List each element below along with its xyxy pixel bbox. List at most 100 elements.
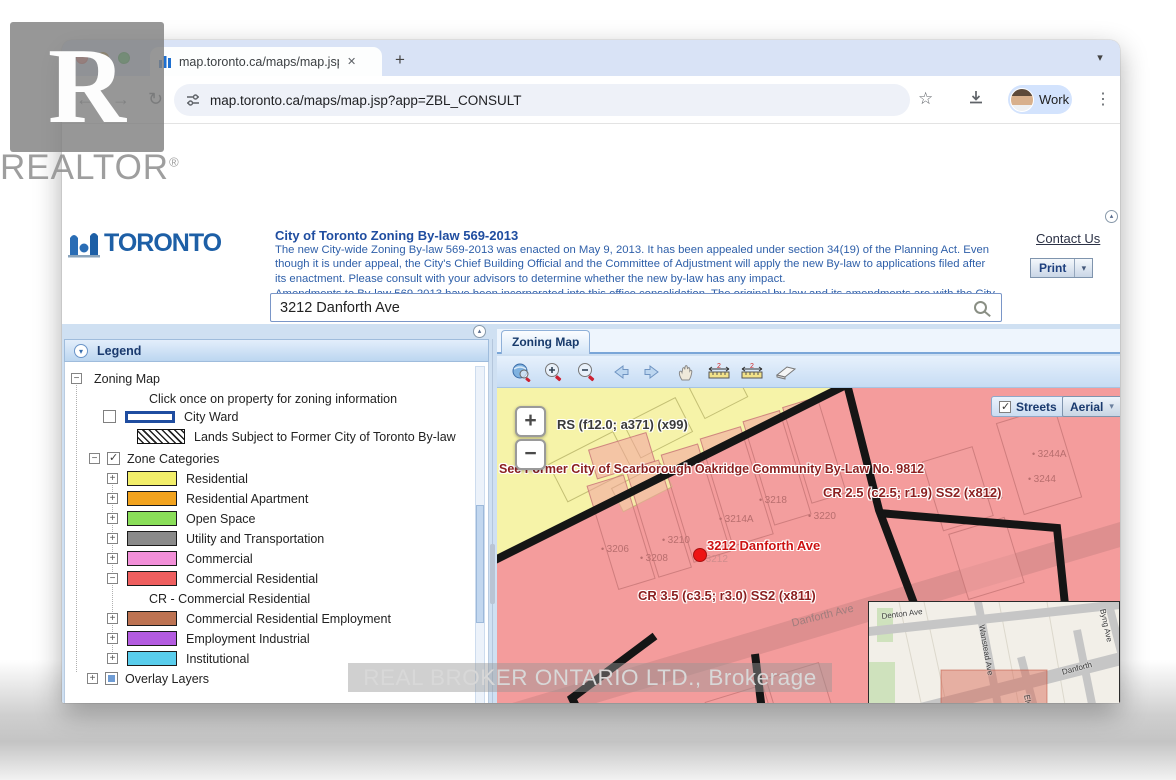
tree-item-category[interactable]: + Utility and Transportation bbox=[107, 530, 324, 547]
expand-plus-icon[interactable]: + bbox=[107, 653, 118, 664]
overlay-layers-checkbox[interactable] bbox=[105, 672, 118, 685]
legend-collapse-icon[interactable]: ▾ bbox=[74, 344, 88, 358]
category-swatch bbox=[127, 511, 177, 526]
collapse-expander-icon[interactable]: − bbox=[71, 373, 82, 384]
city-ward-checkbox[interactable] bbox=[103, 410, 116, 423]
lands-hatched-swatch bbox=[137, 429, 185, 444]
expand-plus-icon[interactable]: + bbox=[107, 513, 118, 524]
zoom-out-icon[interactable] bbox=[575, 361, 599, 383]
expand-plus-icon[interactable]: + bbox=[107, 553, 118, 564]
profile-chip[interactable]: Work bbox=[1008, 85, 1072, 114]
tree-item-category[interactable]: − Commercial Residential bbox=[107, 570, 318, 587]
legend-scrollbar[interactable] bbox=[475, 366, 485, 703]
tree-item-category[interactable]: + Employment Industrial bbox=[107, 630, 310, 647]
svg-text:2: 2 bbox=[750, 363, 754, 370]
zone-categories-checkbox[interactable] bbox=[107, 452, 120, 465]
expand-plus-icon[interactable]: + bbox=[107, 613, 118, 624]
category-swatch bbox=[127, 551, 177, 566]
previous-extent-icon[interactable] bbox=[608, 361, 632, 383]
zoom-in-icon[interactable] bbox=[542, 361, 566, 383]
realtor-brand: REALTOR bbox=[0, 148, 169, 187]
collapse-expander-icon[interactable]: − bbox=[107, 573, 118, 584]
toronto-cityhall-icon bbox=[68, 228, 100, 258]
category-swatch bbox=[127, 611, 177, 626]
tree-item-hint: Click once on property for zoning inform… bbox=[149, 390, 397, 407]
print-button-label[interactable]: Print bbox=[1031, 259, 1074, 277]
tab-title: map.toronto.ca/maps/map.jsp bbox=[179, 55, 339, 69]
tab-strip: map.toronto.ca/maps/map.jsp ✕ + ▾ bbox=[62, 40, 1120, 76]
tree-item-category[interactable]: + Commercial Residential Employment bbox=[107, 610, 391, 627]
category-label: Institutional bbox=[186, 652, 249, 666]
tab-close-icon[interactable]: ✕ bbox=[347, 55, 356, 68]
collapse-header-icon[interactable]: ▴ bbox=[1105, 210, 1118, 223]
eraser-icon[interactable] bbox=[773, 361, 797, 383]
download-icon[interactable] bbox=[967, 89, 985, 107]
search-icon[interactable] bbox=[974, 301, 987, 314]
parcel-number: 3214A bbox=[719, 514, 754, 525]
search-result-marker[interactable] bbox=[693, 548, 707, 562]
measure-distance-icon[interactable]: 2 bbox=[707, 361, 731, 383]
pan-hand-icon[interactable] bbox=[674, 361, 698, 383]
zone-label-rs: RS (f12.0; a371) (x99) bbox=[557, 417, 688, 432]
panel-resize-handle[interactable] bbox=[490, 544, 495, 604]
collapse-expander-icon[interactable]: − bbox=[89, 453, 100, 464]
url-bar[interactable]: map.toronto.ca/maps/map.jsp?app=ZBL_CONS… bbox=[174, 84, 910, 116]
tree-item-category[interactable]: + Institutional bbox=[107, 650, 249, 667]
toronto-logo: TORONTO bbox=[68, 228, 221, 258]
measure-area-icon[interactable]: 2 bbox=[740, 361, 764, 383]
tree-item-overlay-layers[interactable]: + Overlay Layers bbox=[87, 670, 209, 687]
category-swatch bbox=[127, 491, 177, 506]
legend-tree: − Zoning Map Click once on property for … bbox=[64, 362, 489, 703]
expand-plus-icon[interactable]: + bbox=[87, 673, 98, 684]
browser-menu-icon[interactable]: ⋮ bbox=[1095, 89, 1111, 109]
site-settings-icon[interactable] bbox=[186, 93, 200, 107]
tree-item-category[interactable]: + Residential bbox=[107, 470, 248, 487]
expand-plus-icon[interactable]: + bbox=[107, 633, 118, 644]
profile-label: Work bbox=[1039, 92, 1069, 107]
expand-plus-icon[interactable]: + bbox=[107, 473, 118, 484]
category-label: Commercial bbox=[186, 552, 253, 566]
expand-plus-icon[interactable]: + bbox=[107, 493, 118, 504]
print-button[interactable]: Print ▾ bbox=[1030, 258, 1093, 278]
map-viewport[interactable]: RS (f12.0; a371) (x99) See Former City o… bbox=[497, 388, 1120, 703]
tree-item-category[interactable]: + Residential Apartment bbox=[107, 490, 308, 507]
legend-scrollbar-thumb[interactable] bbox=[476, 505, 484, 623]
url-text: map.toronto.ca/maps/map.jsp?app=ZBL_CONS… bbox=[210, 93, 522, 108]
map-zoom-in-button[interactable]: + bbox=[515, 406, 546, 437]
tree-item-city-ward[interactable]: City Ward bbox=[103, 408, 238, 425]
registered-symbol: ® bbox=[169, 154, 180, 169]
streets-checkbox[interactable] bbox=[999, 401, 1011, 413]
streets-toggle[interactable]: Streets bbox=[991, 396, 1065, 417]
map-zoom-out-button[interactable]: − bbox=[515, 439, 546, 470]
next-extent-icon[interactable] bbox=[641, 361, 665, 383]
panel-divider bbox=[492, 339, 493, 703]
tab-search-chevron-icon[interactable]: ▾ bbox=[1090, 48, 1110, 68]
legend-title: Legend bbox=[97, 344, 141, 358]
parcel-number: 3218 bbox=[759, 495, 787, 506]
tree-item-zone-categories[interactable]: − Zone Categories bbox=[89, 450, 219, 467]
tree-item-cr-child[interactable]: CR - Commercial Residential bbox=[149, 590, 310, 607]
city-ward-label: City Ward bbox=[184, 410, 238, 424]
new-tab-button[interactable]: + bbox=[395, 50, 405, 70]
print-dropdown-arrow-icon[interactable]: ▾ bbox=[1074, 259, 1092, 277]
legend-header[interactable]: ▾ Legend bbox=[64, 339, 489, 362]
brokerage-watermark: REAL BROKER ONTARIO LTD., Brokerage bbox=[348, 663, 832, 692]
parcel-number: 3244 bbox=[1028, 474, 1056, 485]
search-input[interactable] bbox=[271, 300, 974, 316]
tree-item-category[interactable]: + Open Space bbox=[107, 510, 256, 527]
tab-zoning-map[interactable]: Zoning Map bbox=[501, 330, 590, 354]
contact-us-link[interactable]: Contact Us bbox=[1036, 231, 1100, 246]
page-content: TORONTO City of Toronto Zoning By-law 56… bbox=[62, 124, 1120, 703]
browser-tab[interactable]: map.toronto.ca/maps/map.jsp ✕ bbox=[150, 47, 382, 76]
collapse-panel-icon[interactable]: ▴ bbox=[473, 325, 486, 338]
aerial-dropdown[interactable]: Aerial ▾ bbox=[1062, 396, 1120, 417]
tree-item-category[interactable]: + Commercial bbox=[107, 550, 253, 567]
marker-label: 3212 Danforth Ave bbox=[707, 538, 820, 553]
tree-item-lands: Lands Subject to Former City of Toronto … bbox=[137, 428, 456, 445]
bookmark-star-icon[interactable]: ☆ bbox=[918, 89, 933, 109]
tree-item-zoning-map[interactable]: − Zoning Map bbox=[71, 370, 160, 387]
zoom-full-extent-icon[interactable] bbox=[509, 361, 533, 383]
category-swatch bbox=[127, 531, 177, 546]
overview-inset-map[interactable]: Denton Ave Wanstead Ave Byng Ave Danfort… bbox=[868, 601, 1120, 703]
expand-plus-icon[interactable]: + bbox=[107, 533, 118, 544]
